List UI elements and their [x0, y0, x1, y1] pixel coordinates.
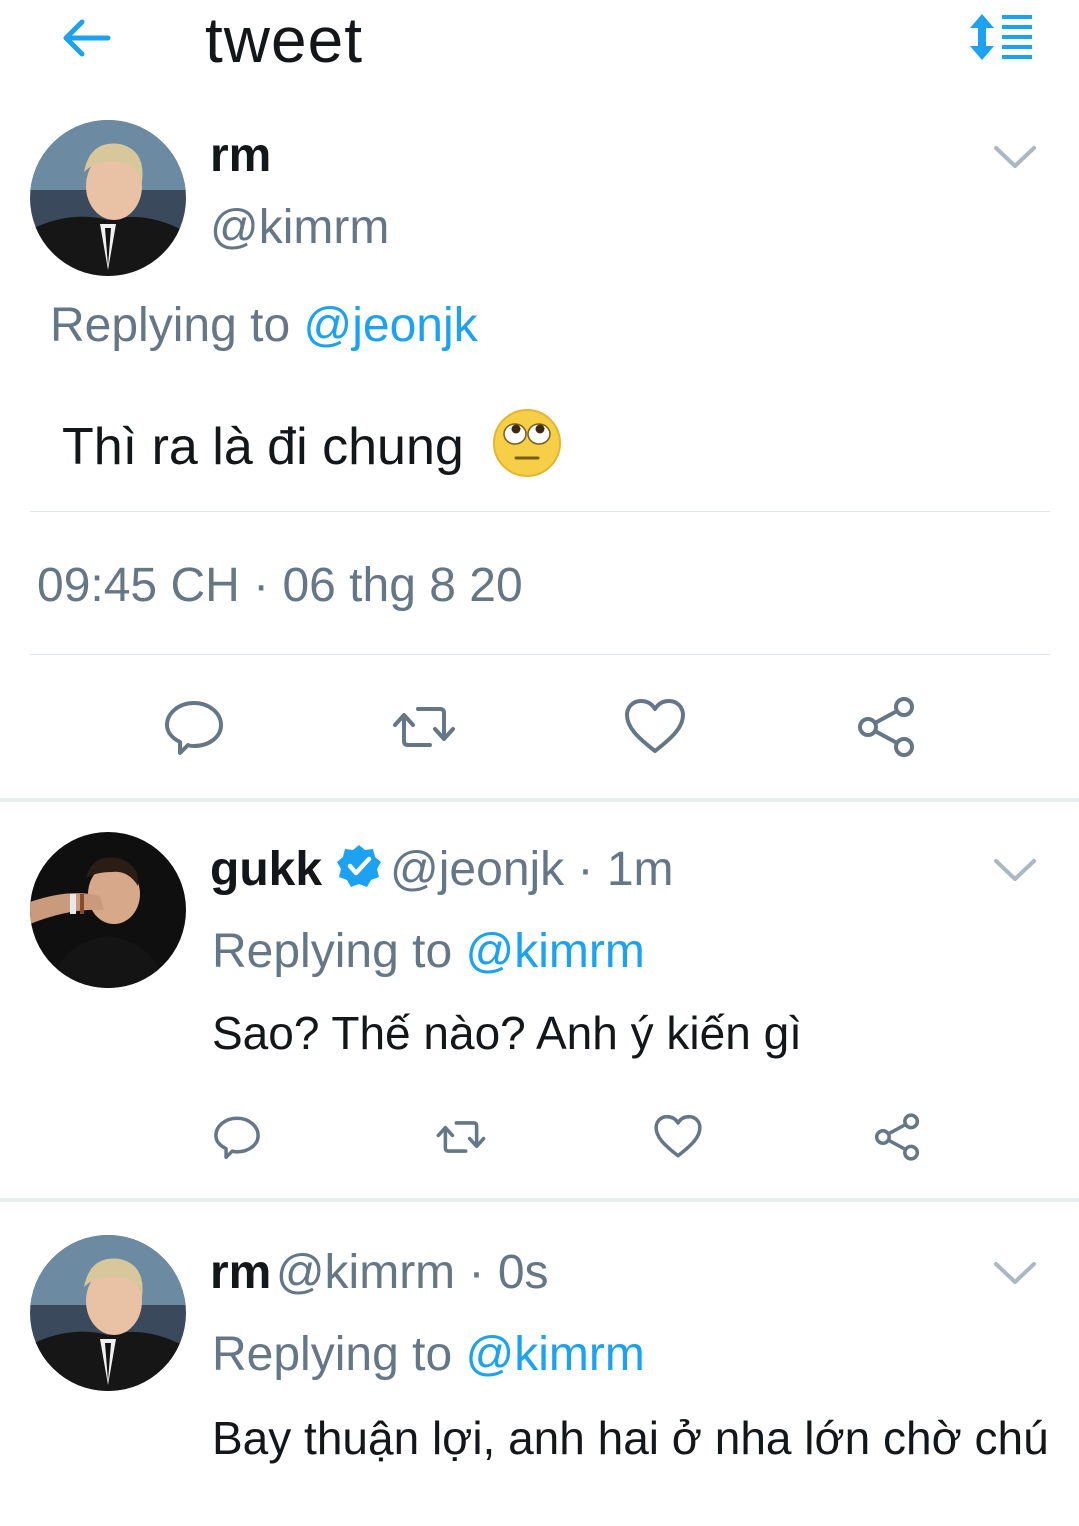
mention-link[interactable]: @jeonjk — [303, 299, 477, 352]
share-icon[interactable] — [854, 695, 918, 759]
replying-to: Replying to @kimrm — [212, 924, 645, 980]
chevron-down-icon[interactable] — [992, 142, 1038, 172]
retweet-icon[interactable] — [392, 695, 456, 759]
replying-prefix: Replying to — [50, 299, 291, 352]
section-separator — [0, 798, 1079, 802]
handle-time[interactable]: @kimrm · 0s — [276, 1246, 549, 1299]
eye-roll-emoji-icon — [493, 409, 562, 477]
replying-to: Replying to @kimrm — [212, 1327, 645, 1383]
avatar[interactable] — [30, 1235, 186, 1391]
mention-link[interactable]: @kimrm — [465, 1328, 644, 1381]
tweet-text: Bay thuận lợi, anh hai ở nha lớn chờ chú — [212, 1412, 1049, 1464]
retweet-icon[interactable] — [436, 1112, 486, 1162]
chevron-down-icon[interactable] — [992, 855, 1038, 885]
avatar[interactable] — [30, 120, 186, 276]
verified-badge-icon — [337, 845, 382, 887]
divider — [30, 511, 1050, 512]
user-handle[interactable]: @kimrm — [210, 200, 389, 256]
back-arrow-icon[interactable] — [58, 14, 114, 62]
chevron-down-icon[interactable] — [992, 1258, 1038, 1288]
page-title: tweet — [205, 4, 363, 76]
timestamp: 09:45 CH · 06 thg 8 20 — [37, 559, 523, 612]
reply-header: gukk @jeonjk · 1m — [210, 842, 674, 898]
divider — [30, 654, 1050, 655]
like-icon[interactable] — [653, 1112, 703, 1162]
avatar[interactable] — [30, 832, 186, 988]
tweet-body: Thì ra là đi chung — [62, 418, 464, 476]
replying-prefix: Replying to — [212, 925, 453, 978]
replying-to: Replying to @jeonjk — [50, 298, 478, 354]
tweet-text: Thì ra là đi chung — [62, 408, 562, 478]
handle-time[interactable]: @jeonjk · 1m — [390, 843, 673, 896]
top-bar: tweet — [0, 0, 1079, 85]
tweet-text: Sao? Thế nào? Anh ý kiến gì — [212, 1007, 802, 1059]
section-separator — [0, 1198, 1079, 1202]
display-name[interactable]: rm — [210, 128, 271, 184]
reply-icon[interactable] — [162, 695, 226, 759]
mention-link[interactable]: @kimrm — [465, 925, 644, 978]
reply-icon[interactable] — [212, 1112, 262, 1162]
avatar-photo — [30, 120, 186, 276]
sort-list-icon[interactable] — [968, 12, 1034, 62]
replying-prefix: Replying to — [212, 1328, 453, 1381]
reply-header: rm @kimrm · 0s — [210, 1245, 549, 1301]
display-name[interactable]: gukk — [210, 843, 322, 896]
avatar-photo — [30, 832, 186, 988]
share-icon[interactable] — [872, 1112, 922, 1162]
display-name[interactable]: rm — [210, 1246, 271, 1299]
avatar-photo — [30, 1235, 186, 1391]
like-icon[interactable] — [623, 695, 687, 759]
